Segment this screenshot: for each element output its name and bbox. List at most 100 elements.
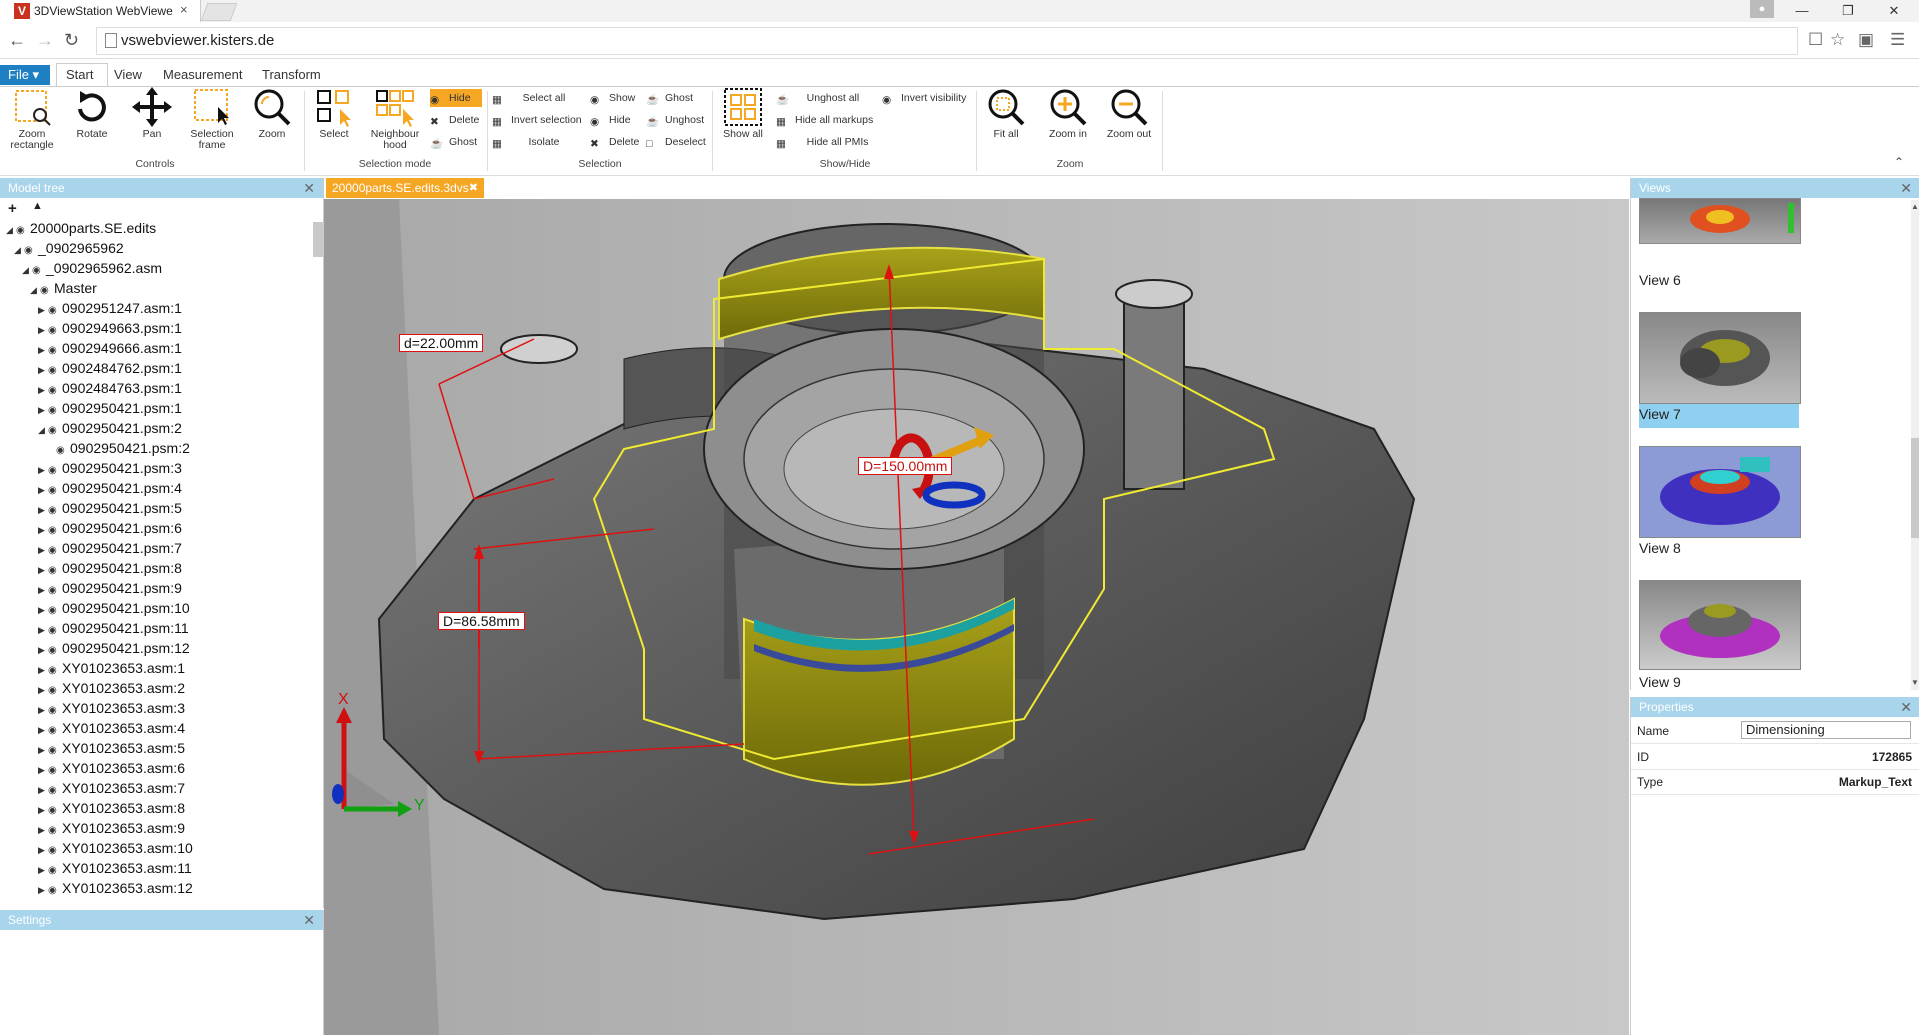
delete-mode-button[interactable]: ✖ Delete (430, 111, 479, 129)
collapsed-triangle-icon[interactable]: ▶ (38, 720, 48, 740)
document-tab[interactable]: 20000parts.SE.edits.3dvs ✖ (326, 178, 484, 198)
unghost-all-button[interactable]: ☕ Unghost all (776, 89, 859, 107)
hide-button[interactable]: ◉ Hide (590, 111, 631, 129)
settings-close-icon[interactable]: ✕ (303, 910, 315, 930)
view-thumbnail[interactable] (1639, 198, 1801, 244)
document-tab-close-icon[interactable]: ✖ (469, 178, 478, 198)
tree-item[interactable]: ▶ ◉ XY01023653.asm:9 (38, 818, 185, 838)
tab-view[interactable]: View (114, 67, 142, 82)
tab-start[interactable]: Start (66, 67, 93, 82)
forward-icon[interactable]: → (36, 30, 54, 51)
view-thumbnail[interactable] (1639, 580, 1801, 670)
collapsed-triangle-icon[interactable]: ▶ (38, 400, 48, 420)
tree-item[interactable]: ◉ 0902950421.psm:2 (46, 438, 190, 458)
select-all-button[interactable]: ▦ Select all (492, 89, 565, 107)
collapsed-triangle-icon[interactable]: ▶ (38, 340, 48, 360)
profile-icon[interactable]: ● (1750, 0, 1774, 18)
rotate-button[interactable]: Rotate (68, 87, 116, 140)
tree-item[interactable]: ◢ ◉ _0902965962.asm (22, 258, 162, 278)
view-thumbnail[interactable] (1639, 446, 1801, 538)
dimension-label-center[interactable]: D=150.00mm (858, 457, 953, 475)
collapsed-triangle-icon[interactable]: ▶ (38, 640, 48, 660)
tree-item[interactable]: ◢ ◉ Master (30, 278, 97, 298)
collapsed-triangle-icon[interactable]: ▶ (38, 700, 48, 720)
collapsed-triangle-icon[interactable]: ▶ (38, 780, 48, 800)
bookmark-star-icon[interactable]: ☆ (1830, 30, 1845, 50)
new-tab-button[interactable] (200, 3, 238, 21)
dimension-label-large[interactable]: D=86.58mm (438, 612, 525, 630)
collapsed-triangle-icon[interactable]: ▶ (38, 320, 48, 340)
collapsed-triangle-icon[interactable]: ▶ (38, 380, 48, 400)
collapsed-triangle-icon[interactable]: ▶ (38, 880, 48, 900)
fit-all-button[interactable]: Fit all (982, 87, 1030, 140)
collapsed-triangle-icon[interactable]: ▶ (38, 480, 48, 500)
unghost-button[interactable]: ☕ Unghost (646, 111, 704, 129)
zoom-rectangle-button[interactable]: Zoom rectangle (6, 87, 58, 151)
show-all-button[interactable]: Show all (718, 87, 768, 140)
tab-transform[interactable]: Transform (262, 67, 321, 82)
window-close-icon[interactable]: ✕ (1872, 0, 1916, 22)
properties-close-icon[interactable]: ✕ (1900, 697, 1912, 717)
views-close-icon[interactable]: ✕ (1900, 178, 1912, 198)
collapsed-triangle-icon[interactable]: ▶ (38, 460, 48, 480)
tree-item[interactable]: ▶ ◉ XY01023653.asm:11 (38, 858, 192, 878)
url-input[interactable]: vswebviewer.kisters.de (96, 27, 1798, 55)
collapsed-triangle-icon[interactable]: ▶ (38, 500, 48, 520)
zoom-button[interactable]: Zoom (248, 87, 296, 140)
invert-visibility-button[interactable]: ◉ Invert visibility (882, 89, 966, 107)
expand-all-icon[interactable]: + (8, 200, 17, 217)
collapsed-triangle-icon[interactable]: ▶ (38, 620, 48, 640)
collapse-all-icon[interactable]: ▲ (32, 200, 43, 212)
tab-close-icon[interactable]: × (180, 2, 188, 17)
view-label[interactable]: View 9 (1639, 674, 1681, 690)
zoom-out-button[interactable]: Zoom out (1104, 87, 1154, 140)
extension-icon[interactable]: ▣ (1858, 30, 1874, 50)
collapsed-triangle-icon[interactable]: ▶ (38, 300, 48, 320)
tree-item[interactable]: ▶ ◉ 0902950421.psm:6 (38, 518, 182, 538)
ghost-mode-button[interactable]: ☕ Ghost (430, 133, 477, 151)
views-scroll-up-icon[interactable]: ▲ (1911, 202, 1919, 211)
tree-item[interactable]: ▶ ◉ XY01023653.asm:3 (38, 698, 185, 718)
3d-viewport[interactable]: d=22.00mm D=86.58mm D=150.00mm X Y (324, 199, 1629, 1035)
restore-icon[interactable]: ❐ (1826, 0, 1870, 22)
show-button[interactable]: ◉ Show (590, 89, 635, 107)
tree-item[interactable]: ▶ ◉ 0902950421.psm:1 (38, 398, 182, 418)
collapsed-triangle-icon[interactable]: ▶ (38, 520, 48, 540)
tree-item[interactable]: ▶ ◉ XY01023653.asm:2 (38, 678, 185, 698)
property-name-input[interactable]: Dimensioning (1741, 721, 1911, 739)
collapsed-triangle-icon[interactable]: ▶ (38, 800, 48, 820)
tree-item[interactable]: ▶ ◉ 0902950421.psm:3 (38, 458, 182, 478)
tree-item[interactable]: ▶ ◉ 0902949663.psm:1 (38, 318, 182, 338)
tree-item[interactable]: ◢ ◉ 0902950421.psm:2 (38, 418, 182, 438)
view-label[interactable]: View 7 (1639, 406, 1681, 422)
tree-item[interactable]: ▶ ◉ 0902484762.psm:1 (38, 358, 182, 378)
reload-icon[interactable]: ↻ (64, 30, 79, 51)
views-scroll-down-icon[interactable]: ▼ (1911, 678, 1919, 687)
dimension-label-small[interactable]: d=22.00mm (399, 334, 484, 352)
collapsed-triangle-icon[interactable]: ▶ (38, 820, 48, 840)
collapsed-triangle-icon[interactable]: ▶ (38, 580, 48, 600)
isolate-button[interactable]: ▦ Isolate (492, 133, 559, 151)
tree-item[interactable]: ▶ ◉ 0902950421.psm:8 (38, 558, 182, 578)
collapsed-triangle-icon[interactable]: ▶ (38, 600, 48, 620)
collapsed-triangle-icon[interactable]: ▶ (38, 660, 48, 680)
menu-icon[interactable]: ☰ (1890, 30, 1905, 50)
collapsed-triangle-icon[interactable]: ▶ (38, 760, 48, 780)
collapsed-triangle-icon[interactable]: ▶ (38, 360, 48, 380)
tree-item[interactable]: ▶ ◉ 0902951247.asm:1 (38, 298, 182, 318)
tree-item[interactable]: ◢ ◉ 20000parts.SE.edits (6, 218, 156, 238)
collapsed-triangle-icon[interactable]: ▶ (38, 680, 48, 700)
expanded-triangle-icon[interactable]: ◢ (30, 280, 40, 300)
collapsed-triangle-icon[interactable]: ▶ (38, 740, 48, 760)
back-icon[interactable]: ← (8, 30, 26, 51)
tree-item[interactable]: ▶ ◉ XY01023653.asm:1 (38, 658, 185, 678)
collapsed-triangle-icon[interactable]: ▶ (38, 860, 48, 880)
tree-item[interactable]: ▶ ◉ 0902950421.psm:11 (38, 618, 189, 638)
hide-all-markups-button[interactable]: ▦ Hide all markups (776, 111, 873, 129)
tree-item[interactable]: ▶ ◉ XY01023653.asm:6 (38, 758, 185, 778)
tree-item[interactable]: ▶ ◉ 0902950421.psm:10 (38, 598, 190, 618)
tree-item[interactable]: ▶ ◉ XY01023653.asm:5 (38, 738, 185, 758)
tree-item[interactable]: ▶ ◉ XY01023653.asm:4 (38, 718, 185, 738)
tree-item[interactable]: ▶ ◉ 0902484763.psm:1 (38, 378, 182, 398)
deselect-button[interactable]: □ Deselect (646, 133, 706, 151)
